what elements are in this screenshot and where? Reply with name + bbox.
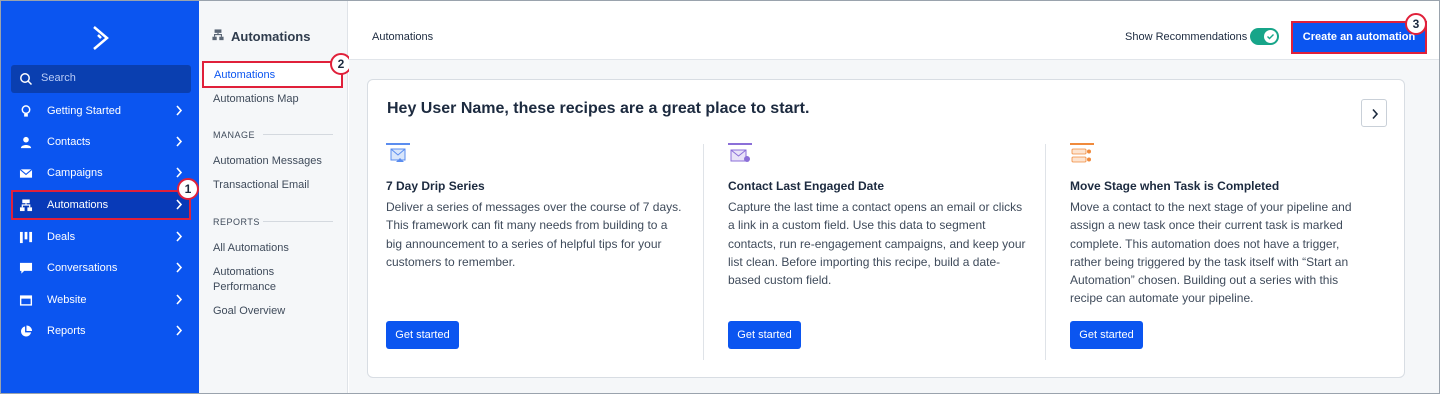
subnav-item-all-automations[interactable]: All Automations [213,241,289,256]
main-sidebar: Search Getting Started Contacts Campaign… [1,1,199,393]
section-divider [263,221,333,222]
recipe-description: Deliver a series of messages over the co… [386,200,682,269]
callout-badge-3: 3 [1405,13,1427,35]
nav-label: Reports [47,325,86,337]
chevron-right-icon [176,167,183,178]
section-divider [263,134,333,135]
subnav-title: Automations [231,29,311,44]
nav-label: Conversations [47,262,118,274]
recipe-description: Capture the last time a contact opens an… [728,200,1026,288]
drip-email-icon [386,143,410,162]
get-started-button[interactable]: Get started [728,321,801,349]
nav-label: Automations [47,199,109,211]
subnav-item-automations-performance[interactable]: Automations Performance [213,265,293,295]
search-input[interactable]: Search [11,65,191,93]
top-bar: Automations Show Recommendations Create … [349,1,1439,60]
recipe-description: Move a contact to the next stage of your… [1070,200,1352,306]
stage-move-icon [1070,143,1094,163]
page-title: Automations [372,31,434,43]
pie-chart-icon [20,325,33,337]
search-placeholder: Search [41,72,76,84]
nav-item-automations[interactable]: Automations [11,190,191,220]
nav-label: Website [47,294,87,306]
subnav-item-label: Automations [214,69,276,81]
nav-item-campaigns[interactable]: Campaigns [11,158,191,188]
subnav-item-transactional-email[interactable]: Transactional Email [213,178,309,193]
chevron-right-icon [176,136,183,147]
chat-icon [19,262,33,274]
chevron-right-icon [176,105,183,116]
recipe-title: Contact Last Engaged Date [728,179,885,193]
nav-item-deals[interactable]: Deals [11,222,191,252]
nav-item-getting-started[interactable]: Getting Started [11,96,191,126]
chevron-right-icon [176,199,183,210]
nav-item-website[interactable]: Website [11,285,191,315]
chevron-right-icon [176,294,183,305]
check-icon [1267,34,1274,40]
engaged-email-icon [728,143,752,162]
recommendations-label: Show Recommendations [1125,31,1248,43]
nav-label: Campaigns [47,167,103,179]
nav-label: Contacts [47,136,91,148]
nav-item-reports[interactable]: Reports [11,316,191,346]
pipeline-icon [19,231,33,244]
chevron-right-icon [1372,108,1379,120]
subnav-item-automations-map[interactable]: Automations Map [213,92,299,107]
automation-icon [19,199,33,212]
main-content: Automations Show Recommendations Create … [349,1,1439,393]
recipe-title: 7 Day Drip Series [386,179,485,193]
activecampaign-logo-icon[interactable] [89,23,113,53]
nav-label: Getting Started [47,105,121,117]
chevron-right-icon [176,231,183,242]
section-label-manage: MANAGE [213,130,256,140]
nav-item-contacts[interactable]: Contacts [11,127,191,157]
automations-subnav: Automations Automations Automations Map … [199,1,348,393]
envelope-icon [19,168,33,178]
chevron-right-icon [176,262,183,273]
recipes-card: Hey User Name, these recipes are a great… [367,79,1405,378]
person-icon [20,136,32,149]
subnav-item-automation-messages[interactable]: Automation Messages [213,154,322,169]
get-started-button[interactable]: Get started [386,321,459,349]
recommendations-toggle[interactable] [1250,28,1279,45]
nav-item-conversations[interactable]: Conversations [11,253,191,283]
subnav-item-goal-overview[interactable]: Goal Overview [213,304,285,319]
recipe-title: Move Stage when Task is Completed [1070,179,1280,193]
column-divider [703,144,704,360]
toggle-knob [1264,30,1277,43]
get-started-button[interactable]: Get started [1070,321,1143,349]
browser-icon [19,295,33,306]
lightbulb-icon [21,105,31,117]
next-recipes-button[interactable] [1361,99,1387,127]
automation-icon [212,29,224,41]
column-divider [1045,144,1046,360]
subnav-item-automations[interactable]: Automations [202,61,343,88]
callout-badge-1: 1 [177,178,199,200]
search-icon [20,73,33,86]
nav-label: Deals [47,231,76,243]
recipes-heading: Hey User Name, these recipes are a great… [387,100,810,117]
section-label-reports: REPORTS [213,217,260,227]
chevron-right-icon [176,325,183,336]
